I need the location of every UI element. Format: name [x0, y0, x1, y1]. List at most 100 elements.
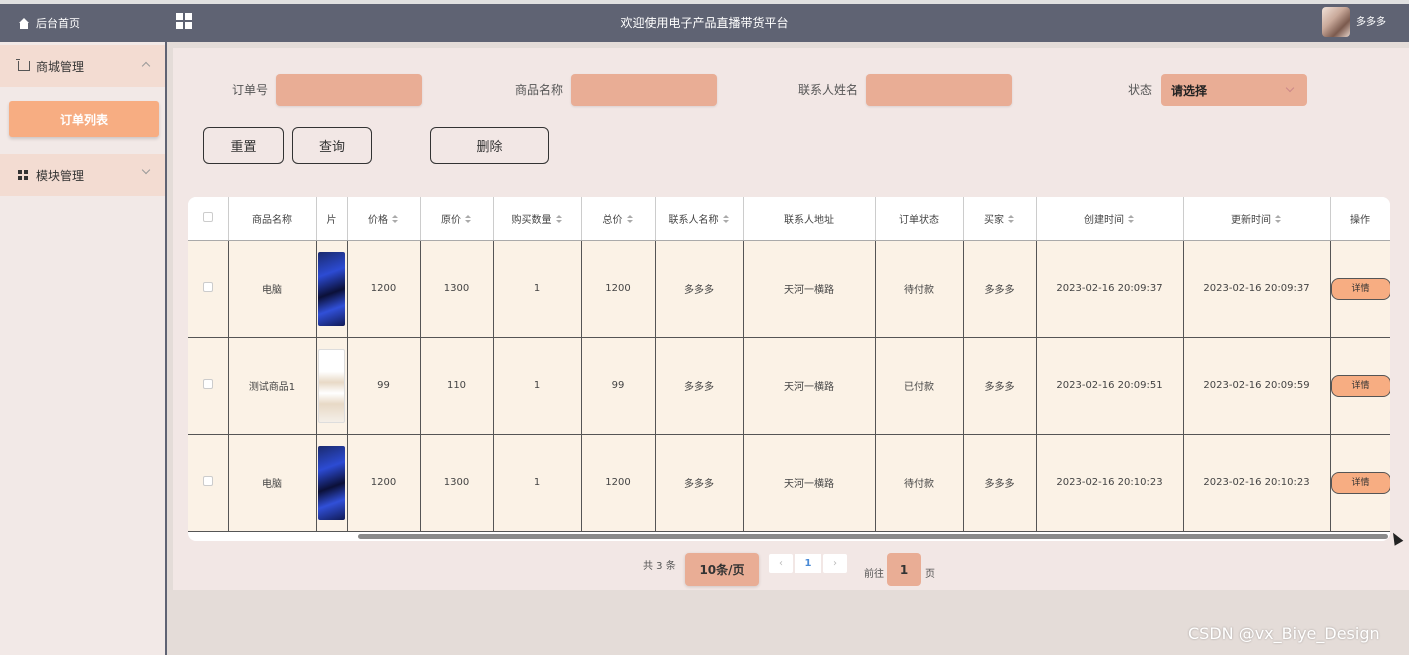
header-created[interactable]: 创建时间 — [1036, 197, 1184, 241]
home-icon — [18, 17, 30, 29]
header-quantity[interactable]: 购买数量 — [493, 197, 582, 241]
order-table: 商品名称 片 价格 原价 购买数量 总价 联系人名称 联系人地址 订单状态 买家… — [188, 197, 1390, 541]
header-actions: 操作 — [1330, 197, 1390, 241]
cell-image — [316, 337, 348, 435]
table-header-row: 商品名称 片 价格 原价 购买数量 总价 联系人名称 联系人地址 订单状态 买家… — [188, 197, 1390, 241]
cell-original-price: 110 — [420, 337, 494, 435]
row-checkbox[interactable] — [202, 379, 213, 389]
cell-address: 天河一横路 — [743, 434, 876, 532]
sidebar-item-order-list[interactable]: 订单列表 — [9, 101, 159, 137]
header-contact-address: 联系人地址 — [743, 197, 876, 241]
order-no-label: 订单号 — [232, 83, 269, 97]
menu-toggle-icon[interactable] — [176, 13, 192, 29]
cart-icon — [16, 59, 30, 71]
cell-updated: 2023-02-16 20:09:37 — [1183, 240, 1331, 338]
cell-created: 2023-02-16 20:10:23 — [1036, 434, 1184, 532]
cell-status: 已付款 — [875, 337, 964, 435]
cell-buyer: 多多多 — [963, 434, 1037, 532]
contact-name-label: 联系人姓名 — [798, 83, 859, 97]
delete-button[interactable]: 删除 — [430, 127, 549, 164]
cell-product-name: 测试商品1 — [228, 337, 317, 435]
username[interactable]: 多多多 — [1356, 4, 1386, 42]
cell-address: 天河一横路 — [743, 337, 876, 435]
cell-contact: 多多多 — [655, 240, 744, 338]
horizontal-scrollbar[interactable] — [358, 534, 1388, 539]
order-no-input[interactable] — [276, 74, 422, 106]
page-number-1[interactable]: 1 — [795, 554, 821, 573]
status-label: 状态 — [1128, 83, 1153, 97]
sort-icon[interactable] — [1275, 215, 1282, 224]
table-row: 电脑 1200 1300 1 1200 多多多 天河一横路 待付款 多多多 20… — [188, 434, 1390, 532]
sidebar-group-mall[interactable]: 商城管理 — [0, 45, 165, 87]
cell-status: 待付款 — [875, 434, 964, 532]
cell-quantity: 1 — [493, 240, 582, 338]
sort-icon[interactable] — [392, 215, 399, 224]
cell-price: 1200 — [347, 434, 421, 532]
header-product-name: 商品名称 — [228, 197, 317, 241]
sidebar: 商城管理 订单列表 模块管理 — [0, 42, 167, 655]
watermark: CSDN @vx_Biye_Design — [1188, 624, 1380, 643]
goto-suffix: 页 — [925, 569, 935, 580]
avatar[interactable] — [1322, 7, 1350, 37]
cell-total: 99 — [581, 337, 656, 435]
cell-total: 1200 — [581, 434, 656, 532]
cell-status: 待付款 — [875, 240, 964, 338]
status-select[interactable]: 请选择 — [1161, 74, 1307, 106]
top-bar: 后台首页 欢迎使用电子产品直播带货平台 多多多 — [0, 0, 1409, 42]
main-panel: 订单号 商品名称 联系人姓名 状态 请选择 重置 查询 删除 商品名称 片 价格… — [173, 48, 1409, 590]
sidebar-group-label: 模块管理 — [36, 168, 85, 183]
cell-original-price: 1300 — [420, 240, 494, 338]
sort-icon[interactable] — [1128, 215, 1135, 224]
product-name-input[interactable] — [571, 74, 717, 106]
product-image-phone — [318, 348, 345, 423]
cell-image — [316, 434, 348, 532]
header-total[interactable]: 总价 — [581, 197, 656, 241]
cell-total: 1200 — [581, 240, 656, 338]
row-checkbox[interactable] — [202, 282, 213, 292]
row-checkbox[interactable] — [202, 476, 213, 486]
header-contact-name[interactable]: 联系人名称 — [655, 197, 744, 241]
contact-name-input[interactable] — [866, 74, 1012, 106]
header-buyer[interactable]: 买家 — [963, 197, 1037, 241]
cell-buyer: 多多多 — [963, 337, 1037, 435]
sort-icon[interactable] — [626, 215, 634, 224]
cell-created: 2023-02-16 20:09:51 — [1036, 337, 1184, 435]
cell-contact: 多多多 — [655, 434, 744, 532]
query-button[interactable]: 查询 — [292, 127, 372, 164]
sort-icon[interactable] — [1008, 215, 1015, 224]
header-updated[interactable]: 更新时间 — [1183, 197, 1331, 241]
prev-page-button[interactable]: ‹ — [769, 554, 793, 573]
header-select-all[interactable] — [188, 197, 229, 241]
cell-product-name: 电脑 — [228, 240, 317, 338]
sort-icon[interactable] — [555, 215, 563, 224]
header-original-price[interactable]: 原价 — [420, 197, 494, 241]
cell-product-name: 电脑 — [228, 434, 317, 532]
select-all-checkbox[interactable] — [202, 211, 213, 222]
page-size-select[interactable]: 10条/页 — [685, 553, 759, 586]
home-label: 后台首页 — [36, 17, 80, 30]
cell-original-price: 1300 — [420, 434, 494, 532]
header-price[interactable]: 价格 — [347, 197, 421, 241]
cell-updated: 2023-02-16 20:09:59 — [1183, 337, 1331, 435]
cell-price: 1200 — [347, 240, 421, 338]
product-name-label: 商品名称 — [515, 83, 564, 97]
sort-icon[interactable] — [465, 215, 472, 224]
sidebar-group-label: 商城管理 — [36, 59, 85, 74]
sidebar-group-modules[interactable]: 模块管理 — [0, 154, 165, 196]
pagination-total: 共 3 条 — [643, 561, 676, 572]
detail-button[interactable]: 详情 — [1330, 374, 1389, 397]
next-page-button[interactable]: › — [823, 554, 847, 573]
detail-button[interactable]: 详情 — [1330, 277, 1389, 300]
home-link[interactable]: 后台首页 — [0, 4, 166, 42]
sidebar-submenu: 订单列表 — [0, 87, 165, 151]
product-image-pc — [318, 445, 345, 520]
header-image: 片 — [316, 197, 348, 241]
cell-quantity: 1 — [493, 337, 582, 435]
sort-icon[interactable] — [722, 215, 730, 224]
product-image-pc — [318, 251, 345, 326]
reset-button[interactable]: 重置 — [203, 127, 284, 164]
goto-page-input[interactable]: 1 — [887, 553, 921, 586]
detail-button[interactable]: 详情 — [1330, 471, 1389, 494]
cell-address: 天河一横路 — [743, 240, 876, 338]
cell-image — [316, 240, 348, 338]
